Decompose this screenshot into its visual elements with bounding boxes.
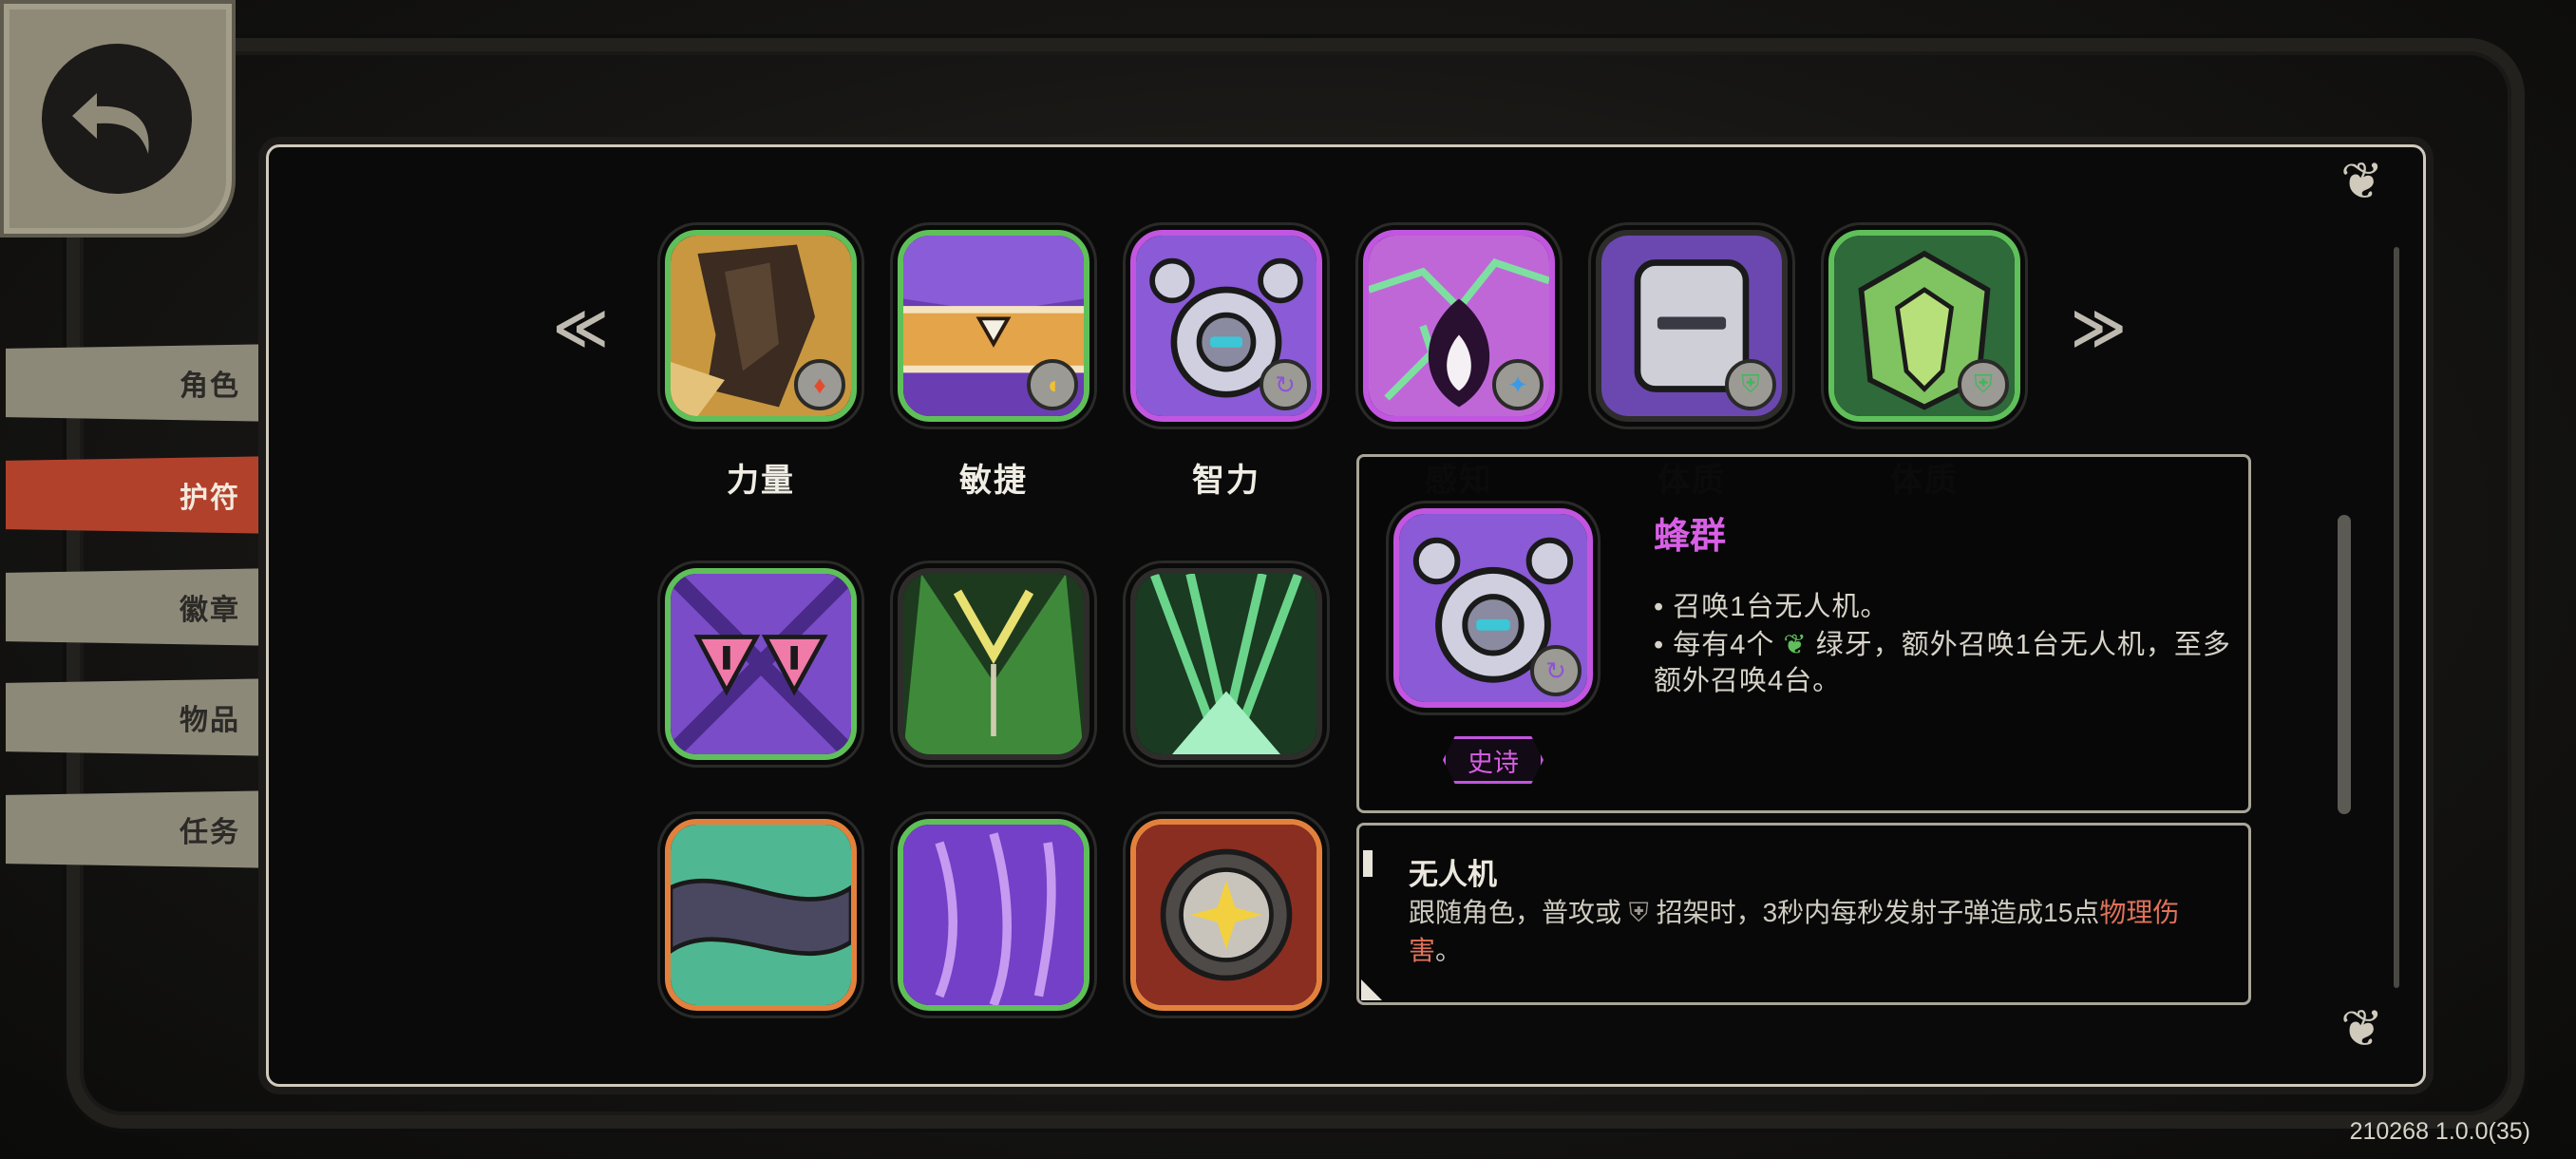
desc-part-a: 跟随角色，普攻或 — [1409, 898, 1622, 927]
charm-green-cloak[interactable] — [898, 568, 1089, 760]
charm-sun-disc[interactable] — [1130, 819, 1322, 1011]
claw-marks-icon — [903, 825, 1084, 1005]
charm-constitution-shield[interactable]: ⛨ — [1596, 230, 1788, 422]
charm-strength[interactable]: ♦ — [665, 230, 857, 422]
fire-type-icon: ♦ — [794, 359, 845, 410]
back-button[interactable] — [0, 0, 236, 238]
physical-keyword: 物理 — [2099, 898, 2153, 927]
subtooltip-title: 无人机 — [1409, 858, 1497, 891]
prev-page-arrow-icon[interactable]: ≪ — [553, 296, 609, 359]
drone-subtooltip: 无人机 跟随角色，普攻或 ⛨ 招架时，3秒内每秒发射子弹造成15点物理伤害。 — [1356, 823, 2251, 1005]
scrollbar-track[interactable] — [2394, 247, 2399, 988]
tab-label: 徽章 — [180, 595, 240, 626]
corner-ornament-icon: ❦ — [2340, 1000, 2384, 1057]
tooltip-line-3: 额外召唤4台。 — [1654, 666, 1842, 696]
twisted-roots-icon — [671, 825, 851, 1005]
tab-label: 护符 — [180, 483, 240, 514]
version-label: 210268 1.0.0(35) — [2349, 1118, 2530, 1145]
charm-claws[interactable] — [898, 819, 1089, 1011]
crystal-burst-icon — [1136, 574, 1316, 754]
twin-warning-icon — [671, 574, 851, 754]
charm-label-strength: 力量 — [727, 463, 795, 499]
crescent-type-icon: ◖ — [1027, 359, 1078, 410]
charm-tooltip: ↻ 蜂群 • 召唤1台无人机。 • 每有4个 ❦ 绿牙，额外召唤1台无人机，至多… — [1356, 454, 2251, 813]
next-page-arrow-icon[interactable]: ≫ — [2071, 296, 2127, 359]
tooltip-line-2: • 每有4个 ❦ 绿牙，额外召唤1台无人机，至多 — [1654, 622, 2231, 662]
charm-constitution-helm[interactable]: ⛨ — [1828, 230, 2020, 422]
tooltip-charm-frame: ↻ — [1393, 508, 1593, 708]
shield-type-icon: ⛨ — [1725, 359, 1776, 410]
scrollbar-thumb[interactable] — [2338, 515, 2351, 814]
tab-label: 物品 — [180, 705, 240, 736]
sun-disc-icon — [1136, 825, 1316, 1005]
tooltip-title: 蜂群 — [1654, 517, 1727, 557]
tooltip-line-1: • 召唤1台无人机。 — [1654, 592, 1889, 622]
tooltip-line-2-start: • 每有4个 — [1654, 630, 1775, 660]
corner-ornament-icon: ❦ — [2340, 153, 2384, 210]
desc-end: 。 — [1435, 936, 1463, 965]
charm-tangle[interactable] — [665, 819, 857, 1011]
desc-part-b: 招架时，3秒内每秒发射子弹造成15点 — [1656, 898, 2100, 927]
shield-type-icon: ⛨ — [1958, 359, 2009, 410]
tooltip-line-2-end: 绿牙，额外召唤1台无人机，至多 — [1815, 630, 2231, 660]
subtooltip-corner — [1361, 979, 1382, 1000]
spiral-type-icon: ↻ — [1530, 645, 1582, 696]
subtooltip-marker — [1363, 850, 1373, 877]
tab-label: 角色 — [180, 370, 240, 402]
back-arrow-icon — [42, 44, 192, 194]
cloak-icon — [903, 574, 1084, 754]
tooltip-charm-image: ↻ — [1393, 508, 1593, 708]
green-fang-icon: ❦ — [1783, 630, 1808, 660]
parry-shield-icon: ⛨ — [1628, 898, 1649, 927]
rarity-badge: 史诗 — [1443, 736, 1544, 784]
charm-label-agility: 敏捷 — [959, 463, 1028, 499]
subtooltip-description: 跟随角色，普攻或 ⛨ 招架时，3秒内每秒发射子弹造成15点物理伤害。 — [1409, 894, 2226, 970]
charm-green-burst[interactable] — [1130, 568, 1322, 760]
charm-warning-diamonds[interactable] — [665, 568, 857, 760]
charm-label-intelligence: 智力 — [1192, 463, 1260, 499]
charm-intelligence-swarm[interactable]: ↻ — [1130, 230, 1322, 422]
spiral-type-icon: ↻ — [1260, 359, 1311, 410]
charm-perception[interactable]: ✦ — [1363, 230, 1555, 422]
star-type-icon: ✦ — [1492, 359, 1544, 410]
charm-agility[interactable]: ◖ — [898, 230, 1089, 422]
tab-label: 任务 — [180, 817, 240, 848]
